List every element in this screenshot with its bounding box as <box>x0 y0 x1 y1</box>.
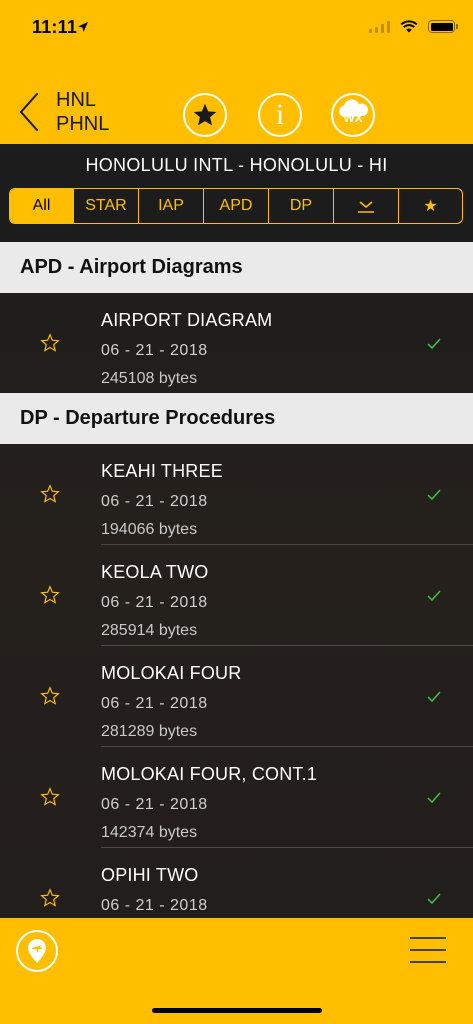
filter-tab-all[interactable]: All <box>10 189 74 223</box>
list-item[interactable]: AIRPORT DIAGRAM 06 - 21 - 2018 245108 by… <box>0 293 473 394</box>
icao-ident: PHNL <box>56 113 110 135</box>
list-item[interactable]: MOLOKAI FOUR 06 - 21 - 2018 281289 bytes <box>0 646 473 747</box>
chevron-left-icon <box>19 93 38 131</box>
star-icon <box>193 103 217 126</box>
item-date: 06 - 21 - 2018 <box>101 897 208 914</box>
airport-name: HONOLULU INTL - HONOLULU - HI <box>85 155 388 175</box>
status-bar: 11:11 <box>0 0 473 58</box>
menu-button[interactable] <box>410 935 446 965</box>
home-indicator <box>152 1008 322 1013</box>
weather-button[interactable]: WX <box>331 93 375 137</box>
star-outline-icon[interactable] <box>40 585 60 605</box>
item-size: 281289 bytes <box>101 723 198 740</box>
checkmark-icon <box>427 893 441 905</box>
list-item[interactable]: KEOLA TWO 06 - 21 - 2018 285914 bytes <box>0 545 473 646</box>
item-title: AIRPORT DIAGRAM <box>101 310 273 330</box>
filter-tab-star[interactable]: STAR <box>74 189 139 223</box>
hamburger-icon <box>410 937 446 939</box>
header: 11:11 HNL PHNL i WX <box>0 0 473 144</box>
favorite-button[interactable] <box>183 93 227 137</box>
airport-identifiers: HNL PHNL <box>56 88 109 136</box>
filter-tab-apd[interactable]: APD <box>204 189 269 223</box>
map-button[interactable] <box>16 930 58 972</box>
item-size: 245108 bytes <box>101 370 198 387</box>
airplane-pin-icon <box>28 939 46 963</box>
cellular-signal-icon <box>369 20 390 33</box>
bottom-toolbar <box>0 918 473 1024</box>
item-title: KEOLA TWO <box>101 562 209 582</box>
item-title: OPIHI TWO <box>101 865 199 885</box>
info-button[interactable]: i <box>258 93 302 137</box>
list-item[interactable]: MOLOKAI FOUR, CONT.1 06 - 21 - 2018 1423… <box>0 747 473 848</box>
list-item[interactable]: OPIHI TWO 06 - 21 - 2018 <box>0 848 473 918</box>
item-date: 06 - 21 - 2018 <box>101 594 208 611</box>
filter-tab-iap[interactable]: IAP <box>139 189 204 223</box>
checkmark-icon <box>427 792 441 804</box>
filter-tab-downloaded[interactable] <box>334 189 399 223</box>
filter-tab-favorites[interactable]: ★ <box>399 189 462 223</box>
checkmark-icon <box>427 691 441 703</box>
checkmark-icon <box>427 590 441 602</box>
wifi-icon <box>400 20 418 33</box>
status-indicators <box>369 20 458 33</box>
item-title: KEAHI THREE <box>101 461 223 481</box>
star-outline-icon[interactable] <box>40 787 60 807</box>
item-date: 06 - 21 - 2018 <box>101 695 208 712</box>
back-button[interactable]: HNL PHNL <box>16 88 116 138</box>
filter-segmented-control: All STAR IAP APD DP ★ <box>9 188 463 224</box>
item-size: 194066 bytes <box>101 521 198 538</box>
faa-ident: HNL <box>56 89 97 111</box>
star-outline-icon[interactable] <box>40 484 60 504</box>
star-outline-icon[interactable] <box>40 686 60 706</box>
section-header-dp: DP - Departure Procedures <box>0 393 473 444</box>
location-arrow-icon <box>78 22 88 32</box>
item-title: MOLOKAI FOUR <box>101 663 242 683</box>
procedure-list[interactable]: APD - Airport Diagrams AIRPORT DIAGRAM 0… <box>0 242 473 918</box>
wx-label: WX <box>343 111 363 125</box>
item-date: 06 - 21 - 2018 <box>101 796 208 813</box>
star-outline-icon[interactable] <box>40 888 60 908</box>
checkmark-icon <box>427 489 441 501</box>
item-date: 06 - 21 - 2018 <box>101 493 208 510</box>
star-outline-icon[interactable] <box>40 333 60 353</box>
list-item[interactable]: KEAHI THREE 06 - 21 - 2018 194066 bytes <box>0 444 473 545</box>
item-date: 06 - 21 - 2018 <box>101 342 208 359</box>
info-icon: i <box>275 98 285 131</box>
battery-icon <box>428 20 458 33</box>
item-size: 285914 bytes <box>101 622 198 639</box>
status-time: 11:11 <box>32 17 78 37</box>
filter-tab-dp[interactable]: DP <box>269 189 334 223</box>
item-size: 142374 bytes <box>101 824 198 841</box>
item-title: MOLOKAI FOUR, CONT.1 <box>101 764 318 784</box>
section-header-apd: APD - Airport Diagrams <box>0 242 473 293</box>
download-icon <box>358 201 374 213</box>
checkmark-icon <box>427 338 441 350</box>
